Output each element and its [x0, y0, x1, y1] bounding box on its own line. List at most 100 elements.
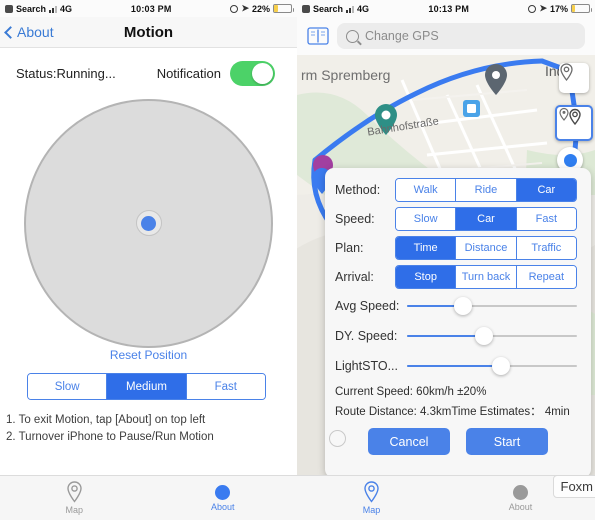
map-label-spremberg: rm Spremberg: [301, 67, 391, 83]
option-row-label: Method:: [335, 182, 381, 197]
battery-percent-label: 22%: [251, 3, 270, 14]
speed-segment-medium[interactable]: Medium: [107, 374, 187, 399]
slider-row: LightSTO...: [325, 351, 591, 381]
left-tab-bar: Map About: [0, 475, 297, 520]
back-button-about[interactable]: About: [0, 24, 54, 40]
location-arrow-icon: ➤: [241, 3, 249, 13]
map-pin-icon: [66, 481, 83, 503]
segment-walk[interactable]: Walk: [396, 178, 457, 201]
segment-slow[interactable]: Slow: [396, 207, 457, 230]
chevron-left-icon: [4, 25, 17, 39]
segmented-control[interactable]: Slow Car Fast: [395, 206, 577, 231]
slider-rows: Avg Speed: DY. Speed: LightSTO...: [325, 291, 591, 381]
status-row: Status:Running... Notification: [0, 48, 297, 94]
tab-map[interactable]: Map: [0, 481, 149, 515]
tab-map-label: Map: [65, 505, 83, 515]
carrier-label: Search: [16, 3, 47, 14]
status-bar-left: Search 4G: [5, 4, 72, 14]
segment-time[interactable]: Time: [396, 236, 457, 259]
right-phone-screen: Search 4G 10:13 PM ➤ 17% Change GPS rm S…: [297, 0, 595, 520]
segmented-control[interactable]: Time Distance Traffic: [395, 235, 577, 260]
tab-about[interactable]: About: [149, 484, 298, 512]
network-label: 4G: [60, 3, 73, 14]
signal-bars-icon: [49, 5, 58, 13]
tab-map-label: Map: [362, 505, 381, 515]
slider-thumb[interactable]: [491, 357, 510, 375]
single-pin-button[interactable]: [559, 63, 589, 93]
option-row-method: Method: Walk Ride Car: [325, 175, 591, 204]
network-label: 4G: [357, 3, 370, 14]
lock-icon: [230, 4, 239, 13]
segment-repeat[interactable]: Repeat: [516, 265, 576, 288]
back-button-label: About: [17, 24, 54, 40]
slider-row: DY. Speed:: [325, 321, 591, 351]
status-bar-right: ➤ 17%: [528, 3, 592, 14]
battery-icon: [571, 4, 592, 13]
circle-icon: [215, 484, 231, 500]
cancel-button[interactable]: Cancel: [368, 428, 450, 455]
circle-icon: [513, 484, 528, 500]
segment-fast[interactable]: Fast: [516, 207, 576, 230]
segment-car[interactable]: Car: [516, 178, 576, 201]
battery-icon: [273, 4, 294, 13]
start-button[interactable]: Start: [466, 428, 548, 455]
search-input[interactable]: Change GPS: [337, 23, 585, 49]
motion-joystick[interactable]: [24, 98, 273, 348]
route-distance-info: Route Distance: 4.3kmTime Estimates： 4mi…: [335, 406, 570, 418]
speed-segmented-control[interactable]: Slow Medium Fast: [27, 373, 266, 400]
option-row-label: Plan:: [335, 240, 364, 255]
speed-segment-slow[interactable]: Slow: [28, 374, 108, 399]
lock-icon: [528, 4, 537, 13]
segmented-control[interactable]: Walk Ride Car: [395, 177, 577, 202]
clock-label: 10:03 PM: [130, 3, 172, 14]
double-pin-button[interactable]: [555, 105, 593, 141]
slider-label: DY. Speed:: [335, 329, 398, 343]
segment-car[interactable]: Car: [456, 207, 517, 230]
app-badge-icon: [5, 4, 13, 13]
slider-lightsto[interactable]: [407, 357, 577, 375]
slider-fill: [407, 335, 484, 337]
navigation-settings-panel: Method: Walk Ride Car Speed: Slow Car Fast Plan:…: [325, 168, 591, 478]
option-row-plan: Plan: Time Distance Traffic: [325, 233, 591, 262]
status-bar-left: Search 4G: [302, 4, 369, 14]
segment-ride[interactable]: Ride: [456, 178, 517, 201]
slider-thumb[interactable]: [474, 327, 493, 345]
app-badge-icon: [302, 4, 310, 13]
slider-label: Avg Speed:: [335, 299, 400, 313]
settings-gear-icon[interactable]: [329, 430, 346, 447]
right-status-bar: Search 4G 10:13 PM ➤ 17%: [297, 0, 595, 17]
carrier-label: Search: [313, 3, 344, 14]
slider-thumb[interactable]: [454, 297, 473, 315]
dual-phone-screenshot: Search 4G 10:03 PM ➤ 22% About Motion St…: [0, 0, 595, 520]
reset-position-link[interactable]: Reset Position: [0, 348, 297, 362]
segment-stop[interactable]: Stop: [396, 265, 457, 288]
location-arrow-icon: ➤: [539, 3, 547, 13]
clock-label: 10:13 PM: [428, 3, 470, 14]
instruction-line-1: 1. To exit Motion, tap [About] on top le…: [6, 414, 206, 426]
instruction-line-2: 2. Turnover iPhone to Pause/Run Motion: [6, 431, 214, 443]
notification-toggle[interactable]: [230, 61, 275, 86]
left-nav-bar: About Motion: [0, 17, 297, 48]
slider-dyspeed[interactable]: [407, 327, 577, 345]
search-row: Change GPS: [297, 17, 595, 55]
segment-traffic[interactable]: Traffic: [516, 236, 576, 259]
tab-map[interactable]: Map: [297, 481, 446, 515]
segment-distance[interactable]: Distance: [456, 236, 517, 259]
status-label: Status:Running...: [16, 66, 116, 81]
option-row-speed: Speed: Slow Car Fast: [325, 204, 591, 233]
slider-label: LightSTO...: [335, 359, 398, 373]
instructions-block: 1. To exit Motion, tap [About] on top le…: [0, 400, 297, 446]
segment-turn-back[interactable]: Turn back: [456, 265, 517, 288]
option-row-label: Speed:: [335, 211, 375, 226]
notification-label: Notification: [156, 66, 221, 81]
segmented-control[interactable]: Stop Turn back Repeat: [395, 264, 577, 289]
battery-percent-label: 17%: [549, 3, 568, 14]
option-row-label: Arrival:: [335, 269, 374, 284]
speed-segment-fast[interactable]: Fast: [186, 374, 265, 399]
left-phone-screen: Search 4G 10:03 PM ➤ 22% About Motion St…: [0, 0, 297, 520]
book-icon[interactable]: [307, 27, 329, 45]
signal-bars-icon: [346, 5, 355, 13]
right-tab-bar: Map About: [297, 475, 595, 520]
current-speed-info: Current Speed: 60km/h ±20%: [335, 386, 487, 398]
slider-avgspeed[interactable]: [407, 297, 577, 315]
